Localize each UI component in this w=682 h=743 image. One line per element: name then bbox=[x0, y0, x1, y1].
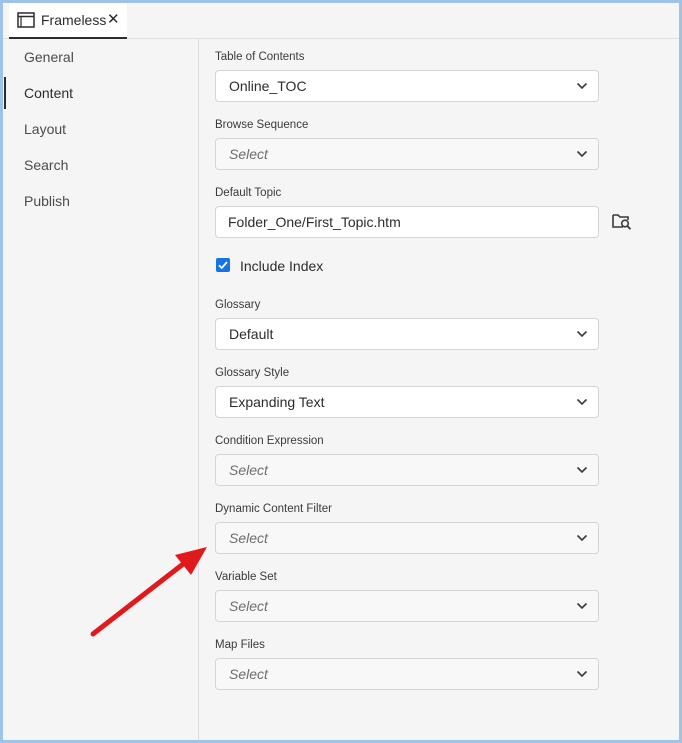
variable-set-placeholder: Select bbox=[229, 598, 268, 614]
toc-select[interactable]: Online_TOC bbox=[215, 70, 599, 102]
sidebar-item-general[interactable]: General bbox=[3, 39, 198, 75]
window-frame: Frameless ✕ General Content Layout Searc… bbox=[0, 0, 682, 743]
chevron-down-icon bbox=[576, 150, 588, 158]
condition-expression-placeholder: Select bbox=[229, 462, 268, 478]
browse-sequence-label: Browse Sequence bbox=[215, 119, 309, 131]
sidebar-item-publish[interactable]: Publish bbox=[3, 183, 198, 219]
glossary-label: Glossary bbox=[215, 299, 261, 311]
glossary-style-label: Glossary Style bbox=[215, 367, 290, 379]
chevron-down-icon bbox=[576, 330, 588, 338]
glossary-style-value: Expanding Text bbox=[229, 394, 325, 410]
dynamic-content-filter-label: Dynamic Content Filter bbox=[215, 503, 332, 515]
annotation-arrow-icon bbox=[90, 547, 207, 637]
folder-search-icon[interactable] bbox=[611, 210, 633, 232]
map-files-select[interactable]: Select bbox=[215, 658, 599, 690]
tab-bar: Frameless ✕ bbox=[3, 3, 679, 39]
sidebar-item-search[interactable]: Search bbox=[3, 147, 198, 183]
map-files-placeholder: Select bbox=[229, 666, 268, 682]
condition-expression-label: Condition Expression bbox=[215, 435, 324, 447]
variable-set-select[interactable]: Select bbox=[215, 590, 599, 622]
browse-sequence-select[interactable]: Select bbox=[215, 138, 599, 170]
tab-label: Frameless bbox=[41, 12, 107, 28]
default-topic-input[interactable]: Folder_One/First_Topic.htm bbox=[215, 206, 599, 238]
condition-expression-select[interactable]: Select bbox=[215, 454, 599, 486]
checkmark-icon bbox=[218, 261, 228, 270]
chevron-down-icon bbox=[576, 466, 588, 474]
sidebar-item-layout[interactable]: Layout bbox=[3, 111, 198, 147]
content-panel: Table of Contents Online_TOC Browse Sequ… bbox=[200, 39, 679, 740]
variable-set-label: Variable Set bbox=[215, 571, 277, 583]
chevron-down-icon bbox=[576, 670, 588, 678]
sidebar-item-content[interactable]: Content bbox=[3, 75, 198, 111]
chevron-down-icon bbox=[576, 534, 588, 542]
chevron-down-icon bbox=[576, 82, 588, 90]
tab-frameless[interactable]: Frameless ✕ bbox=[9, 3, 127, 39]
window-icon bbox=[17, 12, 35, 28]
include-index-checkbox[interactable] bbox=[216, 258, 230, 272]
chevron-down-icon bbox=[576, 602, 588, 610]
dynamic-content-filter-select[interactable]: Select bbox=[215, 522, 599, 554]
include-index-label: Include Index bbox=[240, 258, 324, 274]
browse-sequence-placeholder: Select bbox=[229, 146, 268, 162]
chevron-down-icon bbox=[576, 398, 588, 406]
glossary-select[interactable]: Default bbox=[215, 318, 599, 350]
toc-value: Online_TOC bbox=[229, 78, 307, 94]
map-files-label: Map Files bbox=[215, 639, 265, 651]
default-topic-label: Default Topic bbox=[215, 187, 282, 199]
toc-label: Table of Contents bbox=[215, 51, 305, 63]
dynamic-content-filter-placeholder: Select bbox=[229, 530, 268, 546]
glossary-value: Default bbox=[229, 326, 274, 342]
close-icon[interactable]: ✕ bbox=[107, 10, 120, 30]
glossary-style-select[interactable]: Expanding Text bbox=[215, 386, 599, 418]
